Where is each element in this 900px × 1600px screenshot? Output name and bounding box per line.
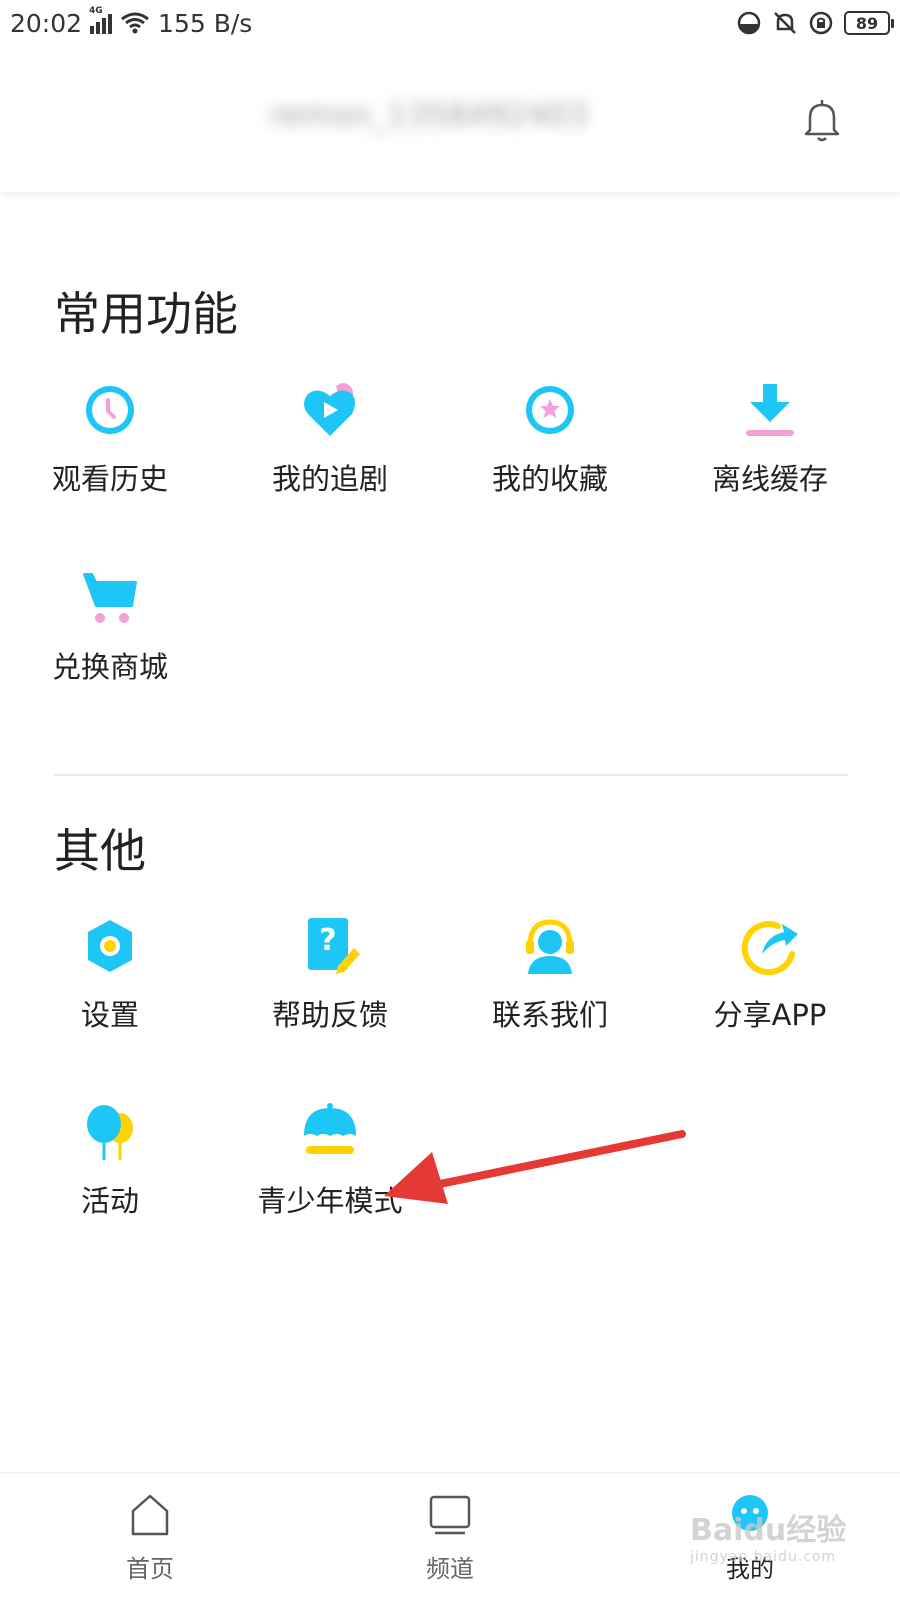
menu-item-label: 离线缓存 (711, 462, 828, 496)
network-speed: 155 B/s (158, 8, 253, 38)
baidu-watermark: Baidu经验 jingyan.baidu.com (690, 1505, 870, 1565)
menu-item-label: 我的追剧 (271, 462, 388, 496)
help-doc-icon: ? (308, 918, 360, 974)
menu-item-help-feedback[interactable]: ? 帮助反馈 (240, 914, 420, 1054)
menu-item-watch-history[interactable]: 观看历史 (20, 378, 200, 518)
star-icon (526, 386, 574, 434)
clock-time: 20:02 (10, 8, 83, 38)
menu-item-label: 联系我们 (491, 998, 608, 1032)
balloon-icon (87, 1105, 133, 1160)
hexagon-settings-icon (88, 920, 132, 972)
network-type-label: 4G (89, 6, 103, 16)
clock-icon (86, 386, 134, 434)
watermark-text: Baidu经验 (690, 1513, 847, 1548)
download-icon (746, 384, 794, 436)
battery-indicator: 89 (844, 11, 894, 35)
menu-item-my-series[interactable]: 我的追剧 (240, 378, 420, 518)
notification-bell-icon[interactable] (800, 96, 844, 144)
menu-item-settings[interactable]: 设置 (20, 914, 200, 1054)
heart-play-icon (304, 383, 355, 436)
section-title-other: 其他 (54, 824, 146, 878)
nav-label: 首页 (126, 1555, 174, 1583)
menu-item-activities[interactable]: 活动 (20, 1100, 200, 1240)
menu-item-label: 兑换商城 (51, 650, 168, 684)
rotation-lock-icon (809, 11, 833, 35)
svg-text:?: ? (319, 923, 336, 958)
menu-item-contact-us[interactable]: 联系我们 (460, 914, 640, 1054)
menu-item-label: 设置 (80, 998, 139, 1032)
muted-bell-icon (774, 12, 796, 34)
bottom-nav: 首页 频道 我的 Baidu经验 jingyan.baidu.com (0, 1472, 900, 1600)
menu-item-label: 分享APP (713, 998, 827, 1032)
umbrella-icon (304, 1103, 356, 1154)
nav-label: 频道 (426, 1555, 474, 1583)
menu-item-favorites[interactable]: 我的收藏 (460, 378, 640, 518)
tv-icon (429, 1495, 471, 1535)
cellular-signal-icon: 4G (89, 6, 113, 34)
home-icon (131, 1494, 169, 1536)
menu-item-share-app[interactable]: 分享APP (680, 914, 860, 1054)
menu-item-redeem-mall[interactable]: 兑换商城 (20, 566, 200, 706)
nav-tab-home[interactable]: 首页 (80, 1491, 220, 1600)
wifi-icon (121, 12, 149, 34)
nav-tab-channels[interactable]: 频道 (380, 1491, 520, 1600)
annotation-arrow (384, 1130, 686, 1204)
cart-icon (83, 573, 137, 623)
menu-item-label: 观看历史 (51, 462, 168, 496)
share-arrow-icon (741, 921, 798, 976)
profile-header: remon_1358492403 (0, 46, 900, 192)
username-blurred: remon_1358492403 (270, 98, 589, 133)
watermark-sub: jingyan.baidu.com (690, 1549, 837, 1565)
status-bar: 20:02 4G 155 B/s 89 (0, 0, 900, 46)
headset-icon (526, 919, 574, 974)
data-saver-icon (737, 11, 761, 35)
menu-item-label: 活动 (80, 1184, 139, 1218)
menu-item-label: 帮助反馈 (271, 998, 388, 1032)
section-title-common: 常用功能 (54, 287, 238, 341)
menu-item-offline-cache[interactable]: 离线缓存 (680, 378, 860, 518)
menu-item-label: 我的收藏 (491, 462, 608, 496)
section-divider (54, 774, 848, 776)
